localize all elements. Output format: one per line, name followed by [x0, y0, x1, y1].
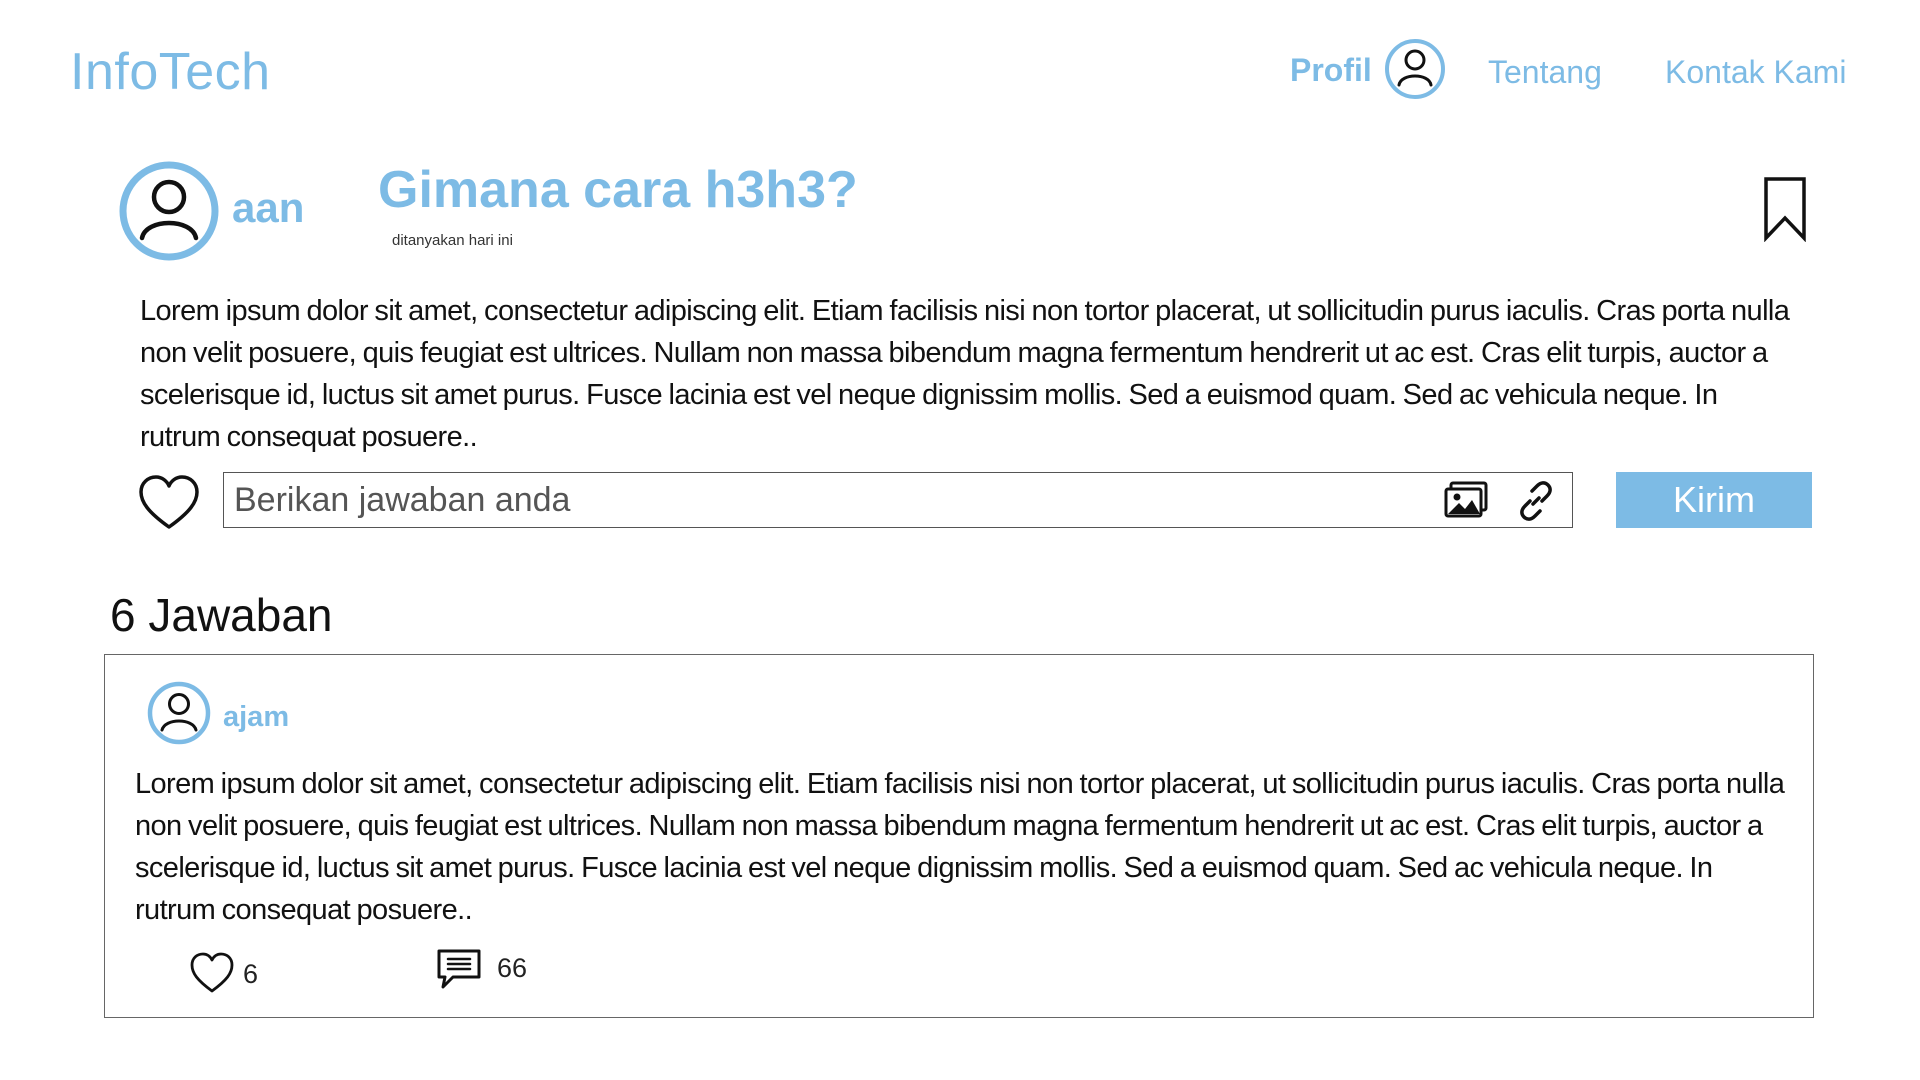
answer-author-avatar-icon[interactable] [147, 681, 211, 745]
question-author-name[interactable]: aan [232, 184, 304, 232]
answer-card: ajam Lorem ipsum dolor sit amet, consect… [104, 654, 1814, 1018]
answer-body: Lorem ipsum dolor sit amet, consectetur … [135, 768, 1785, 926]
answer-author-name[interactable]: ajam [223, 701, 289, 734]
bookmark-icon[interactable] [1762, 176, 1808, 242]
answer-input[interactable] [234, 477, 1414, 523]
brand-logo[interactable]: InfoTech [70, 42, 271, 102]
question-meta: ditanyakan hari ini [392, 232, 513, 249]
answer-like-count: 6 [243, 959, 259, 989]
answer-input-box [223, 472, 1573, 528]
question-body: Lorem ipsum dolor sit amet, consectetur … [140, 295, 1790, 453]
answer-like-heart-icon[interactable] [189, 951, 235, 995]
like-heart-icon[interactable] [138, 474, 200, 532]
link-icon[interactable] [1516, 481, 1556, 521]
answers-count: 6 Jawaban [110, 589, 333, 641]
nav-kontak-kami[interactable]: Kontak Kami [1665, 54, 1846, 91]
send-button[interactable]: Kirim [1616, 472, 1812, 528]
question-title: Gimana cara h3h3? [378, 161, 858, 219]
image-icon[interactable] [1444, 481, 1488, 519]
question-author-avatar-icon[interactable] [118, 160, 220, 262]
comment-icon[interactable] [435, 947, 483, 991]
profile-avatar-icon[interactable] [1384, 38, 1446, 100]
answer-comment-count: 66 [497, 953, 528, 983]
nav-profil[interactable]: Profil [1290, 52, 1372, 89]
nav-tentang[interactable]: Tentang [1488, 54, 1602, 91]
